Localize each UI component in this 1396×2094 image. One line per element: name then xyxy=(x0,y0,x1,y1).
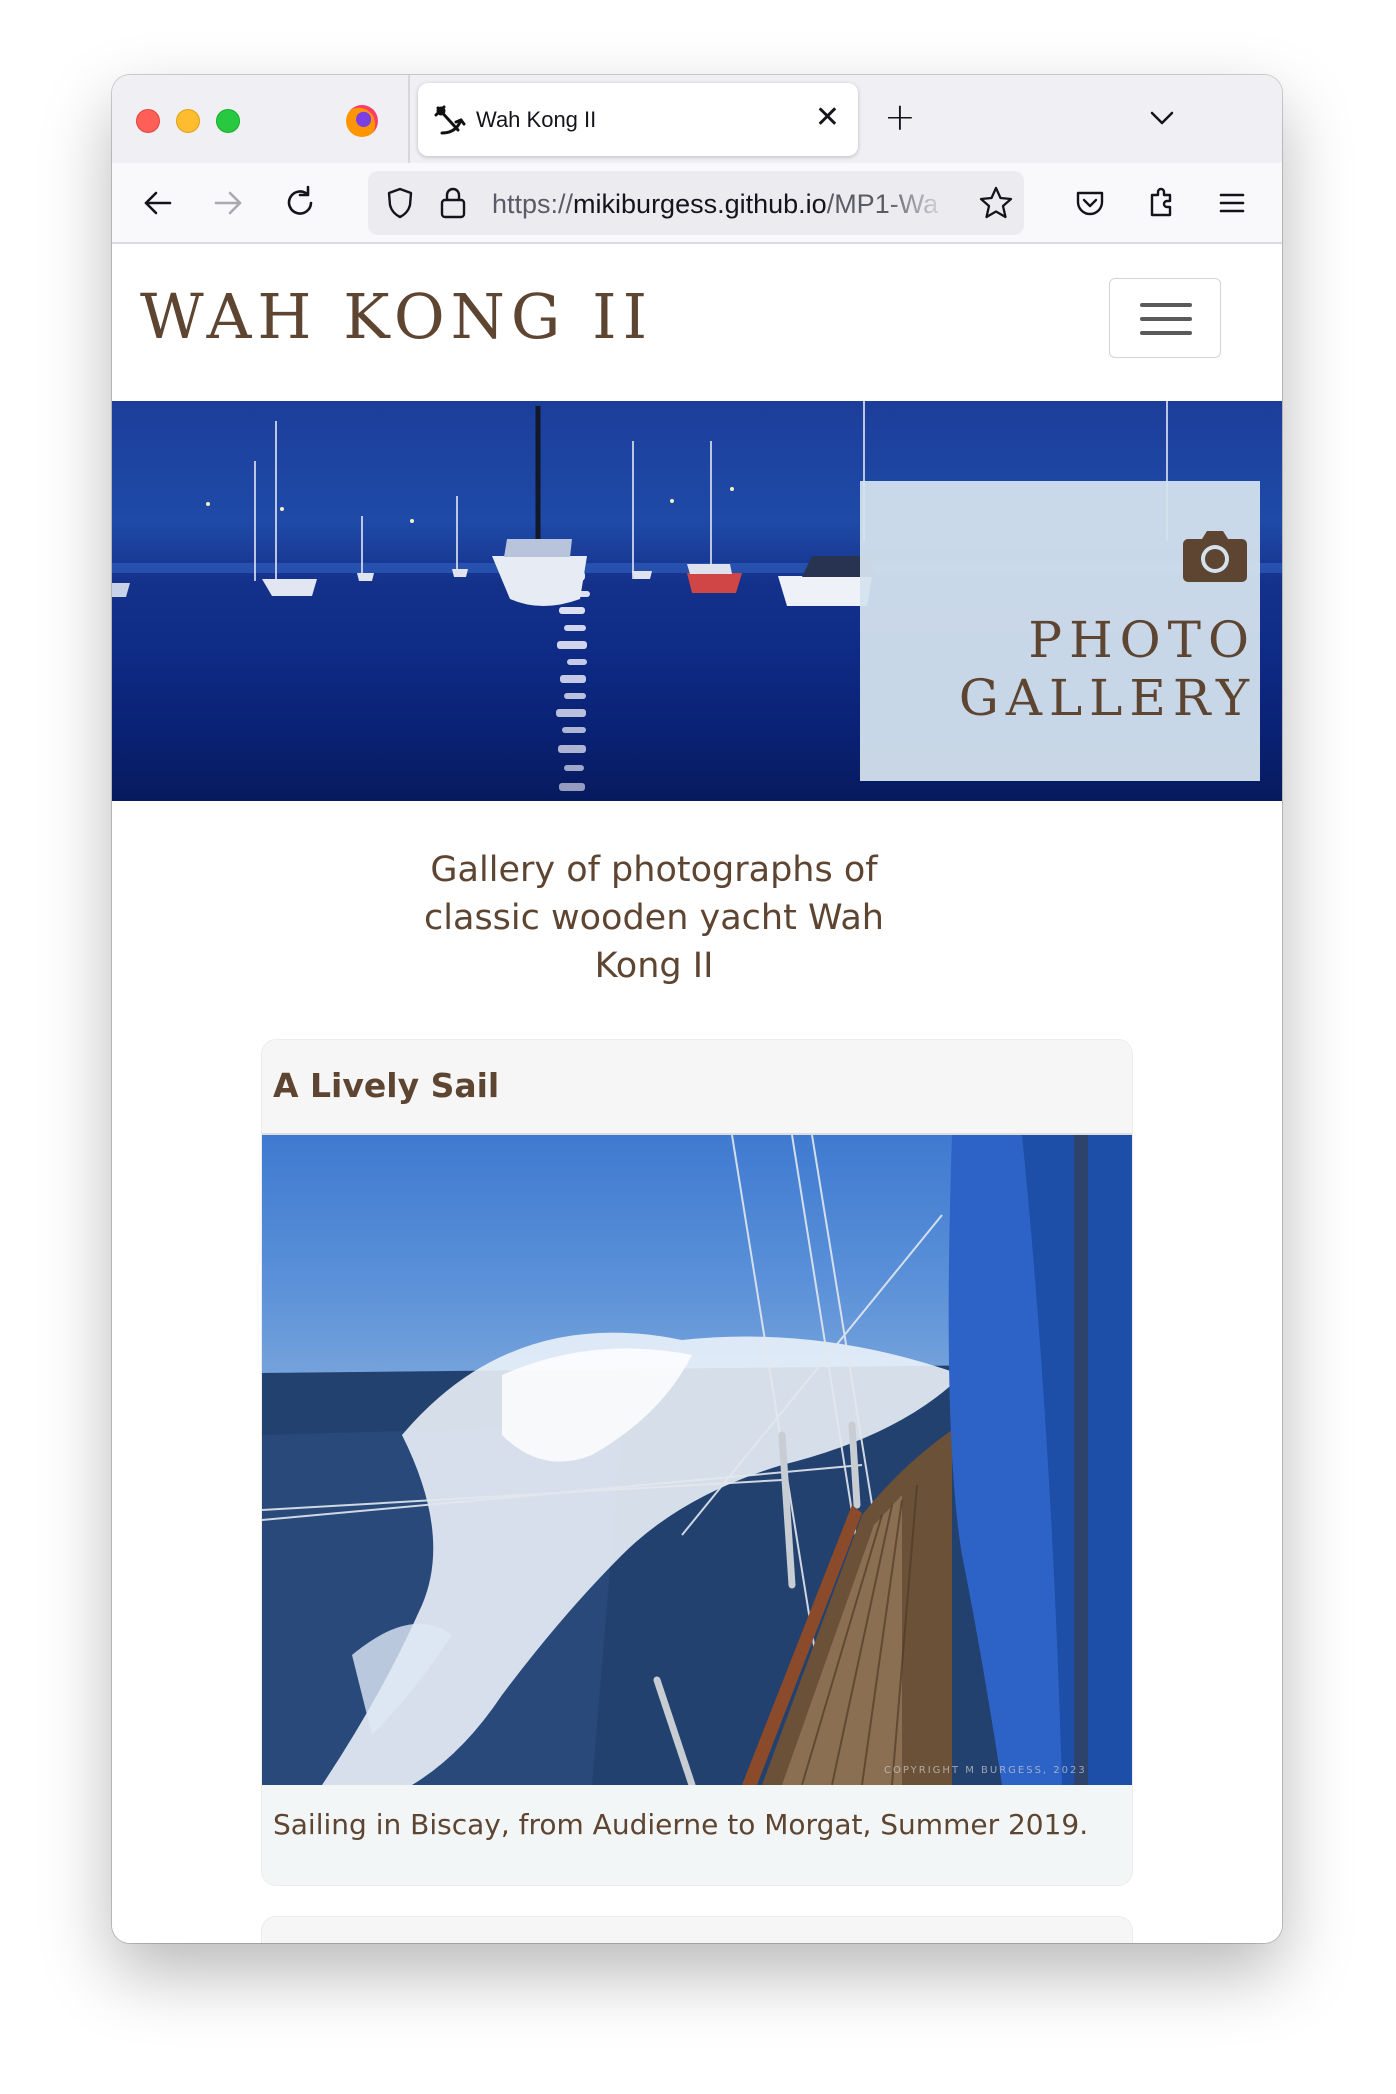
card-title: A Lively Sail xyxy=(273,1066,500,1105)
photo-watermark: Copyright M Burgess, 2023 xyxy=(884,1765,1087,1776)
url-text: https://mikiburgess.github.io/MP1-Wa xyxy=(492,189,938,220)
hero-title: PHOTO GALLERY xyxy=(959,611,1256,727)
url-scheme: https:// xyxy=(492,189,574,219)
shield-icon[interactable] xyxy=(380,183,420,223)
anchor-icon xyxy=(434,105,466,135)
forward-arrow-icon[interactable] xyxy=(208,183,248,223)
sailing-photo-image xyxy=(262,1135,1132,1785)
hero-title-panel: PHOTO GALLERY xyxy=(860,481,1260,781)
tab-strip: Wah Kong II ✕ + xyxy=(112,75,1282,163)
lock-icon[interactable] xyxy=(436,183,470,223)
next-gallery-card xyxy=(262,1917,1132,1943)
camera-icon xyxy=(1183,531,1247,582)
menu-icon[interactable] xyxy=(1212,183,1252,223)
reload-icon[interactable] xyxy=(280,183,320,223)
hero-title-line-1: PHOTO xyxy=(1028,611,1256,669)
new-tab-button[interactable]: + xyxy=(884,95,916,139)
url-host: mikiburgess.github.io xyxy=(573,189,827,219)
tab-wah-kong[interactable]: Wah Kong II ✕ xyxy=(418,83,858,156)
card-caption: Sailing in Biscay, from Audierne to Morg… xyxy=(273,1808,1089,1841)
browser-window: Wah Kong II ✕ + https://mikiburgess.gith… xyxy=(112,75,1282,1943)
window-close-button[interactable] xyxy=(136,109,160,133)
firefox-icon[interactable] xyxy=(346,105,378,137)
hero-banner: PHOTO GALLERY xyxy=(112,401,1282,801)
navigation-toolbar: https://mikiburgess.github.io/MP1-Wa xyxy=(112,163,1282,244)
web-page: WAH KONG II PHOTO GALLERY Gallery of pho… xyxy=(112,244,1282,1943)
hero-title-line-2: GALLERY xyxy=(958,669,1256,727)
site-brand[interactable]: WAH KONG II xyxy=(140,280,653,353)
back-arrow-icon[interactable] xyxy=(138,183,178,223)
sailing-photo[interactable]: Copyright M Burgess, 2023 xyxy=(262,1135,1132,1785)
tab-title: Wah Kong II xyxy=(476,107,597,132)
gallery-intro: Gallery of photographs of classic wooden… xyxy=(424,850,884,986)
gallery-card: A Lively Sail COPYRIGHT M BURGESS, 2023 … xyxy=(262,1040,1132,1885)
extensions-icon[interactable] xyxy=(1142,183,1182,223)
window-zoom-button[interactable] xyxy=(216,109,240,133)
site-header: WAH KONG II xyxy=(112,244,1282,401)
pocket-icon[interactable] xyxy=(1070,183,1110,223)
window-minimize-button[interactable] xyxy=(176,109,200,133)
tab-close-icon[interactable]: ✕ xyxy=(815,100,840,136)
navbar-toggle-button[interactable] xyxy=(1109,278,1221,358)
address-bar[interactable]: https://mikiburgess.github.io/MP1-Wa xyxy=(368,171,1024,235)
url-fade xyxy=(886,171,966,235)
tab-divider xyxy=(408,75,410,163)
card-header: A Lively Sail xyxy=(262,1040,1132,1135)
bookmark-star-icon[interactable] xyxy=(976,183,1016,223)
chevron-down-icon[interactable] xyxy=(1147,103,1177,133)
